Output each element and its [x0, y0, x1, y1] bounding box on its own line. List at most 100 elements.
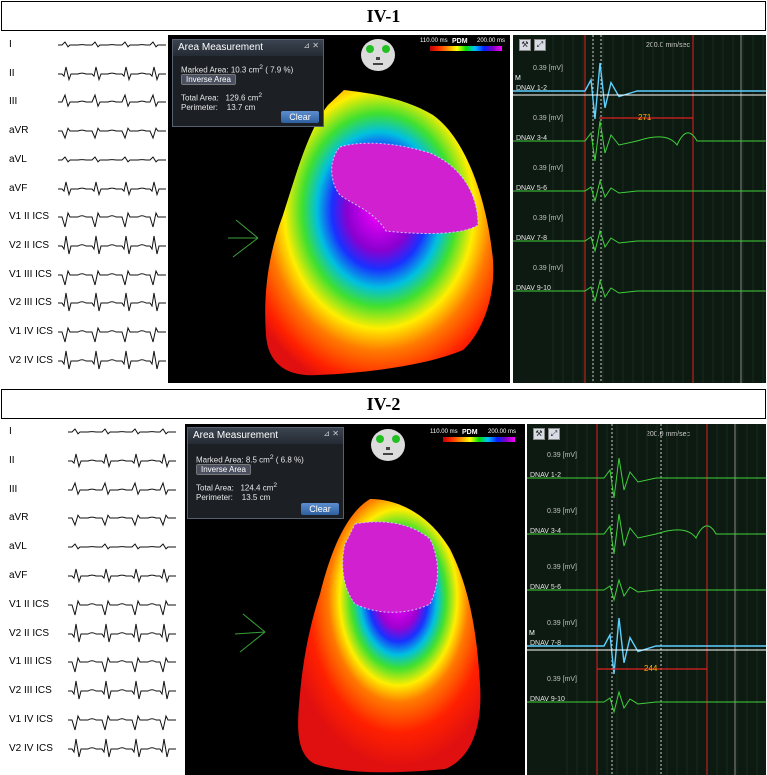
- ecg-trace: [68, 681, 176, 700]
- ecg-trace: [68, 428, 176, 435]
- pdm-legend-label: PDM: [452, 38, 468, 45]
- ventricle-surface: [265, 90, 494, 376]
- ecg-trace: [68, 714, 176, 731]
- head-orientation-icon[interactable]: [358, 37, 398, 73]
- total-area-row: Total Area: 124.4 cm2: [196, 482, 278, 493]
- channel-scale-label: 0.39 [mV]: [533, 265, 563, 272]
- lead-label: V2 II ICS: [9, 239, 50, 251]
- channel-scale-label: 0.39 [mV]: [547, 508, 577, 515]
- ecg-trace: [58, 155, 166, 163]
- interval-value: 271: [638, 113, 652, 122]
- ecg-trace: [68, 656, 176, 673]
- perimeter-row: Perimeter: 13.5 cm: [196, 493, 271, 502]
- egm-signals-view-2[interactable]: ⚒ ⤢ 200.0 mm/sec 0.39 [mV] DNAV 1-2 0.39 [mV]…: [527, 424, 766, 775]
- ecg-trace: [58, 211, 166, 228]
- clear-button[interactable]: Clear: [301, 503, 339, 515]
- lead-label: I: [9, 39, 12, 50]
- ecg-trace: [58, 293, 166, 312]
- channel-label[interactable]: DNAV 1-2: [530, 472, 561, 479]
- egm-traces: [527, 424, 766, 775]
- head-orientation-icon[interactable]: [368, 427, 408, 463]
- clear-button[interactable]: Clear: [281, 111, 319, 123]
- channel-label[interactable]: DNAV 9-10: [530, 696, 565, 703]
- lead-label: V1 II ICS: [9, 211, 50, 223]
- lead-label: II: [9, 67, 15, 79]
- lead-label: V2 III ICS: [9, 297, 52, 309]
- pdm-color-scale: [430, 46, 502, 51]
- channel-label[interactable]: DNAV 7-8: [530, 640, 561, 647]
- close-icon[interactable]: ⊿ ✕: [303, 41, 319, 50]
- lead-label: V2 IV ICS: [9, 354, 53, 366]
- channel-scale-label: 0.39 [mV]: [533, 115, 563, 122]
- total-area-row: Total Area: 129.6 cm2: [181, 92, 263, 103]
- ecg-trace: [58, 93, 166, 109]
- lead-label: V2 IV ICS: [9, 742, 53, 754]
- channel-label[interactable]: DNAV 5-6: [530, 584, 561, 591]
- ecg-trace: [68, 568, 176, 584]
- lead-label: V1 III ICS: [9, 656, 52, 668]
- lead-label: I: [9, 426, 12, 437]
- lead-label: V1 II ICS: [9, 598, 50, 610]
- inverse-area-button[interactable]: Inverse Area: [181, 74, 236, 85]
- mapping-channel-marker: M: [515, 75, 521, 82]
- ecg-trace: [68, 738, 176, 757]
- ecg-trace: [68, 481, 176, 496]
- ecg-trace: [58, 66, 166, 82]
- ecg-trace: [58, 235, 166, 255]
- lead-label: II: [9, 454, 15, 466]
- ecg-trace: [68, 543, 176, 550]
- perimeter-row: Perimeter: 13.7 cm: [181, 103, 256, 112]
- channel-scale-label: 0.39 [mV]: [547, 676, 577, 683]
- ecg-trace: [68, 453, 176, 469]
- dialog-title: Area Measurement: [173, 40, 323, 56]
- mapping-channel-marker: M: [529, 630, 535, 637]
- lead-label: V2 II ICS: [9, 627, 50, 639]
- lead-label: aVL: [9, 153, 27, 165]
- pdm-legend-min: 110.00 ms: [420, 38, 448, 44]
- channel-label[interactable]: DNAV 3-4: [530, 528, 561, 535]
- pdm-legend-label: PDM: [462, 429, 478, 436]
- panel-title-iv-1: IV-1: [1, 1, 766, 31]
- channel-label[interactable]: DNAV 3-4: [516, 135, 547, 142]
- lead-label: V1 IV ICS: [9, 714, 53, 725]
- lead-label: aVF: [9, 182, 28, 194]
- interval-value: 244: [644, 664, 658, 673]
- egm-trace: [513, 229, 766, 253]
- pdm-color-scale: [443, 437, 515, 442]
- lead-label: aVL: [9, 541, 27, 553]
- egm-signals-view-1[interactable]: ⚒ ⤢ 200.0 mm/sec 0.39 [mV] DNAV 1-2 M 0.39 [mV…: [513, 35, 766, 383]
- ecg-trace: [58, 326, 166, 343]
- pdm-legend-max: 200.00 ms: [477, 38, 506, 44]
- dialog-title: Area Measurement: [188, 428, 343, 444]
- ecg-trace: [58, 41, 166, 48]
- ecg-trace: [68, 599, 176, 615]
- ecg-trace: [58, 127, 166, 140]
- channel-scale-label: 0.39 [mV]: [533, 65, 563, 72]
- channel-label[interactable]: DNAV 7-8: [516, 235, 547, 242]
- lead-label: aVF: [9, 570, 28, 581]
- lead-label: III: [9, 96, 18, 108]
- egm-traces: [513, 35, 766, 383]
- lead-label: V2 III ICS: [9, 685, 52, 697]
- lead-label: V1 IV ICS: [9, 326, 53, 337]
- area-measurement-dialog-2[interactable]: Area Measurement ⊿ ✕ Marked Area: 8.5 cm…: [187, 427, 344, 519]
- channel-label[interactable]: DNAV 5-6: [516, 185, 547, 192]
- inverse-area-button[interactable]: Inverse Area: [196, 464, 251, 475]
- lead-label: aVR: [9, 512, 29, 524]
- pdm-legend-min: 110.00 ms: [430, 429, 458, 435]
- lead-label: III: [9, 483, 18, 495]
- ecg-trace: [68, 623, 176, 642]
- egm-trace: [513, 179, 766, 203]
- channel-scale-label: 0.39 [mV]: [547, 452, 577, 459]
- close-icon[interactable]: ⊿ ✕: [323, 429, 339, 438]
- channel-label[interactable]: DNAV 1-2: [516, 85, 547, 92]
- channel-scale-label: 0.39 [mV]: [533, 215, 563, 222]
- ecg-trace: [58, 181, 166, 196]
- marked-area-region: [342, 521, 438, 613]
- area-measurement-dialog-1[interactable]: Area Measurement ⊿ ✕ Marked Area: 10.3 c…: [172, 39, 324, 127]
- channel-scale-label: 0.39 [mV]: [547, 620, 577, 627]
- ecg-trace: [58, 350, 166, 369]
- channel-scale-label: 0.39 [mV]: [547, 564, 577, 571]
- channel-label[interactable]: DNAV 9-10: [516, 285, 551, 292]
- egm-trace: [513, 120, 766, 162]
